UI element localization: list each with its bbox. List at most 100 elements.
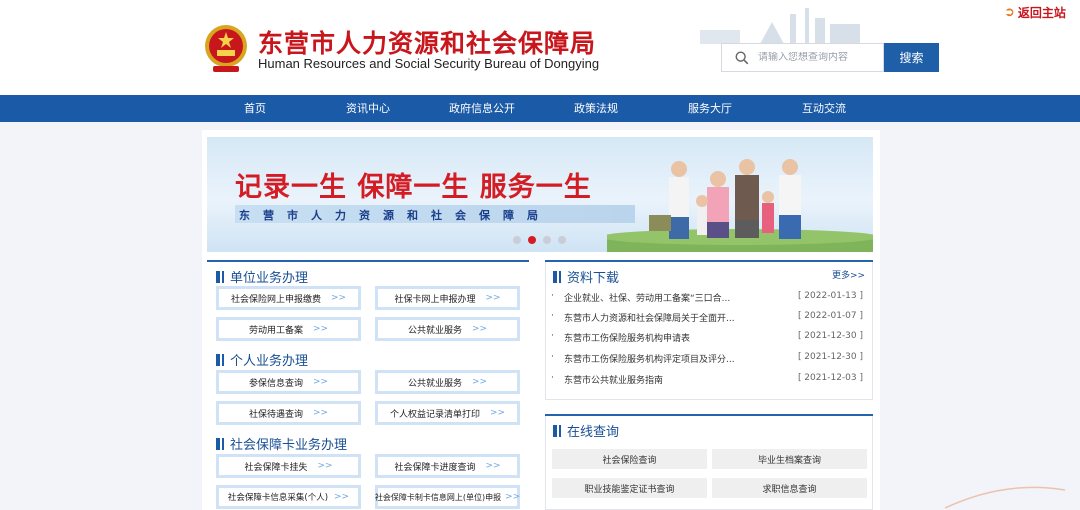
downloads-heading: 资料下载 <box>553 267 619 286</box>
main-nav: 首页 资讯中心 政府信息公开 政策法规 服务大厅 互动交流 <box>0 95 1080 122</box>
heading-bar-icon <box>553 424 557 437</box>
query-button[interactable]: 职业技能鉴定证书查询 <box>552 478 707 498</box>
downloads-heading-label: 资料下载 <box>567 271 620 286</box>
search-box <box>721 43 884 72</box>
service-label: 社会保障卡挂失 <box>244 462 308 473</box>
downloads-more-link[interactable]: 更多>> <box>832 268 865 281</box>
download-item[interactable]: · 东营市工伤保险服务机构申请表 [ 2021-12-30 ] <box>551 331 867 345</box>
download-item[interactable]: · 东营市公共就业服务指南 [ 2021-12-03 ] <box>551 373 867 387</box>
personal-services-heading: 个人业务办理 <box>216 350 308 369</box>
bullet: · <box>551 352 554 362</box>
chevron-right-icon: >> <box>485 293 501 303</box>
personal-service-button[interactable]: 社保待遇查询 >> <box>216 401 361 425</box>
carousel-dot[interactable] <box>543 236 551 244</box>
banner-slogan: 记录一生 保障一生 服务一生 <box>235 172 592 203</box>
download-title[interactable]: 东营市工伤保险服务机构申请表 <box>564 331 690 344</box>
unit-services-heading-label: 单位业务办理 <box>230 271 309 286</box>
family-illustration <box>607 159 873 252</box>
site-title: 东营市人力资源和社会保障局 <box>258 29 597 58</box>
arrow-icon: ➲ <box>1004 5 1015 20</box>
service-label: 社会保障卡进度查询 <box>394 462 476 473</box>
service-label: 社保卡网上申报办理 <box>394 294 476 305</box>
unit-service-button[interactable]: 公共就业服务 >> <box>375 317 520 341</box>
card-services-heading-label: 社会保障卡业务办理 <box>230 438 348 453</box>
heading-bar-icon <box>216 437 220 450</box>
heading-bar-icon <box>222 353 224 366</box>
card-service-button[interactable]: 社会保障卡信息采集(个人) >> <box>216 485 361 509</box>
unit-service-button[interactable]: 社保卡网上申报办理 >> <box>375 286 520 310</box>
search-icon <box>735 51 749 64</box>
download-date: [ 2021-12-03 ] <box>797 373 863 383</box>
card-service-button[interactable]: 社会保障卡挂失 >> <box>216 454 361 478</box>
unit-service-button[interactable]: 社会保险网上申报缴费 >> <box>216 286 361 310</box>
download-item[interactable]: · 东营市人力资源和社会保障局关于全面开... [ 2022-01-07 ] <box>551 311 867 325</box>
chevron-right-icon: >> <box>485 461 501 471</box>
chevron-right-icon: >> <box>505 492 521 502</box>
download-date: [ 2022-01-13 ] <box>797 291 863 301</box>
search-input[interactable] <box>758 52 883 63</box>
national-emblem-icon <box>205 25 247 72</box>
heading-bar-icon <box>216 270 220 283</box>
bullet: · <box>551 311 554 321</box>
nav-item-home[interactable]: 首页 <box>244 95 266 122</box>
online-query-heading-label: 在线查询 <box>567 425 620 440</box>
nav-item-policy[interactable]: 政策法规 <box>574 95 618 122</box>
bullet: · <box>551 291 554 301</box>
chevron-right-icon: >> <box>471 324 488 334</box>
bullet: · <box>551 373 554 383</box>
heading-bar-icon <box>222 437 224 450</box>
nav-item-news[interactable]: 资讯中心 <box>346 95 390 122</box>
carousel-dots <box>513 236 566 244</box>
carousel-dot-active[interactable] <box>528 236 536 244</box>
chevron-right-icon: >> <box>317 461 333 471</box>
nav-item-service-hall[interactable]: 服务大厅 <box>688 95 732 122</box>
query-button[interactable]: 社会保险查询 <box>552 449 707 469</box>
chevron-right-icon: >> <box>312 408 329 418</box>
query-button[interactable]: 毕业生档案查询 <box>712 449 867 469</box>
chevron-right-icon: >> <box>471 377 488 387</box>
decorative-curve <box>945 486 1065 509</box>
download-item[interactable]: · 东营市工伤保险服务机构评定项目及评分... [ 2021-12-30 ] <box>551 352 867 366</box>
service-label: 个人权益记录清单打印 <box>389 409 480 420</box>
download-title[interactable]: 企业就业、社保、劳动用工备案“三口合... <box>564 291 730 304</box>
personal-service-button[interactable]: 参保信息查询 >> <box>216 370 361 394</box>
chevron-right-icon: >> <box>489 408 506 418</box>
service-label: 社会保障卡信息采集(个人) <box>227 493 329 503</box>
banner-subtitle: 东营市人力资源和社会保障局 <box>239 209 551 222</box>
personal-service-button[interactable]: 公共就业服务 >> <box>375 370 520 394</box>
download-title[interactable]: 东营市人力资源和社会保障局关于全面开... <box>564 311 735 324</box>
personal-services-heading-label: 个人业务办理 <box>230 354 309 369</box>
download-item[interactable]: · 企业就业、社保、劳动用工备案“三口合... [ 2022-01-13 ] <box>551 291 867 305</box>
site-subtitle: Human Resources and Social Security Bure… <box>258 56 600 71</box>
nav-item-interaction[interactable]: 互动交流 <box>802 95 846 122</box>
service-label: 公共就业服务 <box>407 378 462 389</box>
download-title[interactable]: 东营市公共就业服务指南 <box>564 373 663 386</box>
heading-bar-icon <box>553 270 557 283</box>
unit-service-button[interactable]: 劳动用工备案 >> <box>216 317 361 341</box>
chevron-right-icon: >> <box>334 492 350 502</box>
carousel-dot[interactable] <box>558 236 566 244</box>
return-main-site-link[interactable]: ➲ 返回主站 <box>1004 4 1066 21</box>
heading-bar-icon <box>559 270 561 283</box>
banner-carousel[interactable]: 记录一生 保障一生 服务一生 东营市人力资源和社会保障局 <box>207 137 873 252</box>
carousel-dot[interactable] <box>513 236 521 244</box>
return-link-label: 返回主站 <box>1017 6 1066 20</box>
heading-bar-icon <box>216 353 220 366</box>
chevron-right-icon: >> <box>312 377 329 387</box>
service-label: 社保待遇查询 <box>248 409 303 420</box>
nav-item-gov-info[interactable]: 政府信息公开 <box>449 95 515 122</box>
chevron-right-icon: >> <box>330 293 347 303</box>
download-title[interactable]: 东营市工伤保险服务机构评定项目及评分... <box>564 352 735 365</box>
card-service-button[interactable]: 社会保障卡制卡信息网上(单位)申报 >> <box>375 485 520 509</box>
heading-bar-icon <box>559 424 561 437</box>
query-button[interactable]: 求职信息查询 <box>712 478 867 498</box>
service-label: 社会保障卡制卡信息网上(单位)申报 <box>374 492 502 502</box>
service-label: 参保信息查询 <box>248 378 303 389</box>
bullet: · <box>551 331 554 341</box>
download-date: [ 2021-12-30 ] <box>797 331 863 341</box>
personal-service-button[interactable]: 个人权益记录清单打印 >> <box>375 401 520 425</box>
download-date: [ 2021-12-30 ] <box>797 352 863 362</box>
unit-services-heading: 单位业务办理 <box>216 267 308 286</box>
card-service-button[interactable]: 社会保障卡进度查询 >> <box>375 454 520 478</box>
search-button[interactable]: 搜索 <box>884 43 939 72</box>
